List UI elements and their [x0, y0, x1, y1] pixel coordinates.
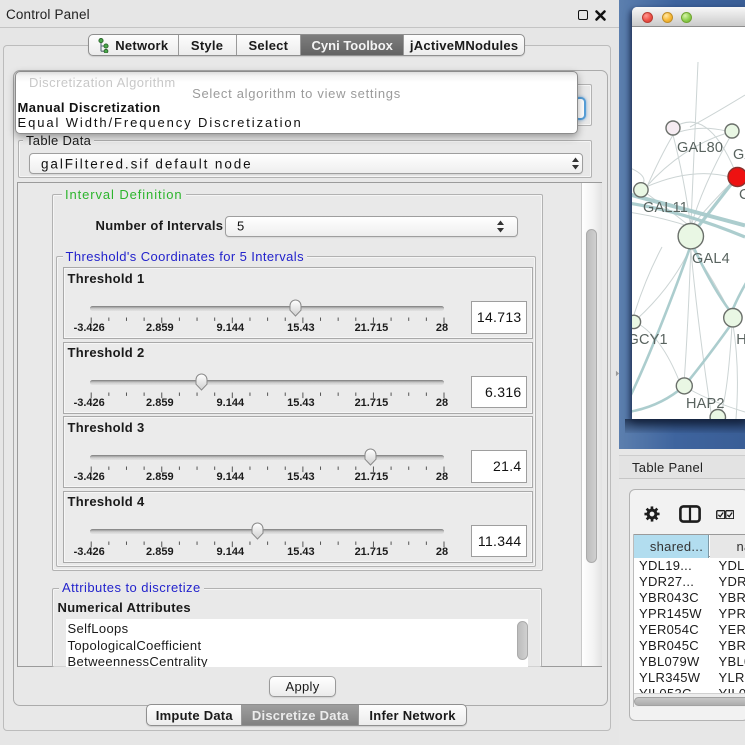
svg-text:HIS7: HIS7 [736, 332, 745, 348]
svg-text:CDC19: CDC19 [739, 187, 745, 203]
svg-text:GAL80: GAL80 [677, 140, 723, 156]
svg-text:GAL4: GAL4 [692, 251, 730, 267]
svg-text:GAL3: GAL3 [733, 147, 745, 163]
svg-text:GCY1: GCY1 [632, 332, 668, 348]
svg-text:GAL11: GAL11 [643, 200, 688, 216]
svg-text:HAP2: HAP2 [686, 396, 725, 412]
